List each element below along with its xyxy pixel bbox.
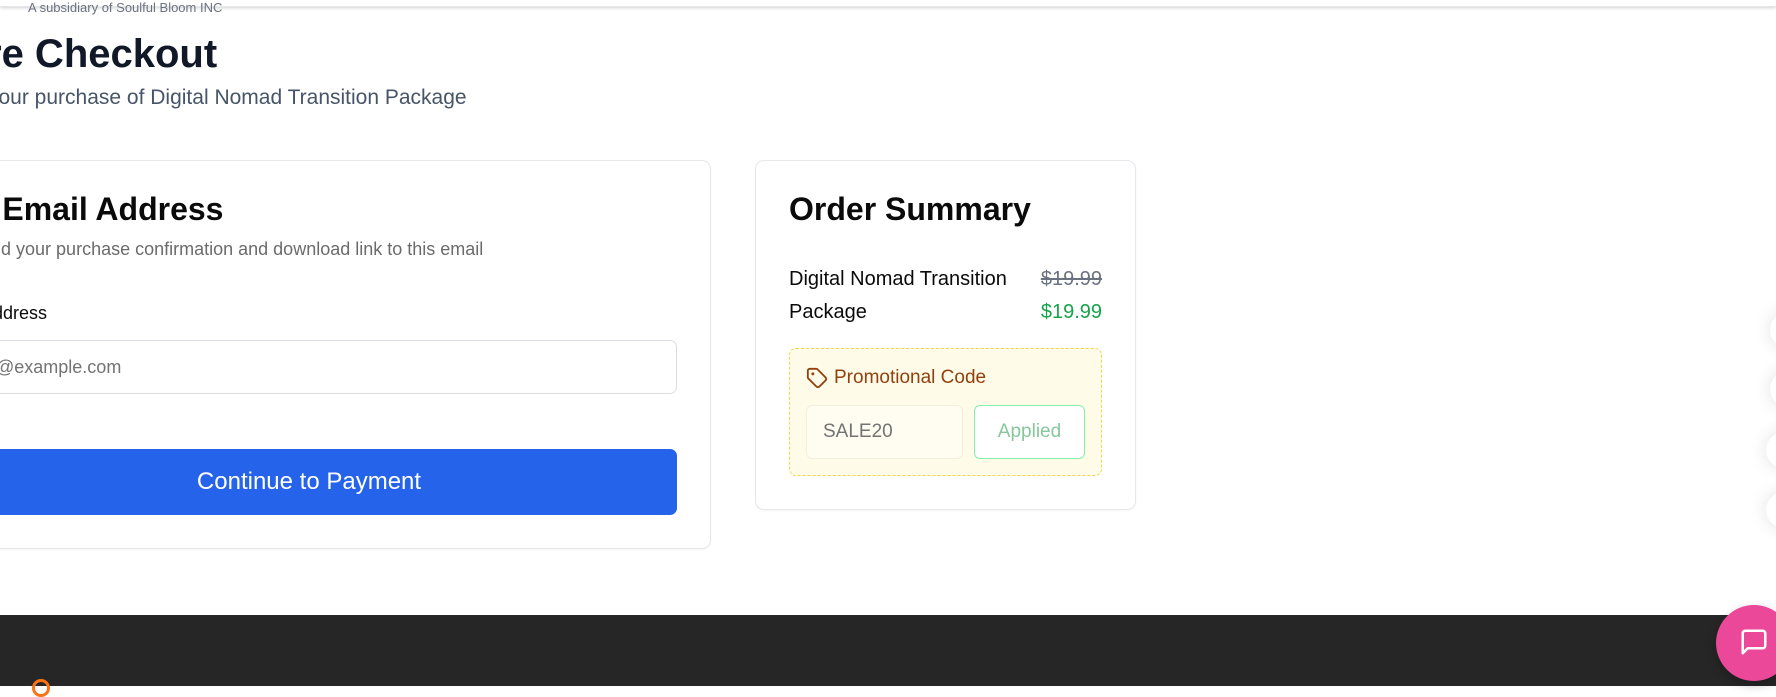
original-price: $19.99: [1040, 268, 1102, 290]
email-field[interactable]: [0, 340, 677, 394]
page-subtitle: your purchase of Digital Nomad Transitio…: [0, 86, 467, 109]
continue-to-payment-button[interactable]: Continue to Payment: [0, 449, 677, 515]
order-item-prices: $19.99 $19.99: [1041, 263, 1102, 329]
promo-code-input[interactable]: [806, 405, 963, 459]
top-header-bar: A subsidiary of Soulful Bloom INC: [0, 0, 1776, 15]
email-section-description: end your purchase confirmation and downl…: [0, 239, 484, 259]
promo-code-title: Promotional Code: [806, 367, 986, 389]
footer-logo-icon: [32, 679, 50, 697]
side-nav-dot[interactable]: [1770, 312, 1776, 348]
email-card: r Email Address end your purchase confir…: [0, 160, 711, 549]
side-nav-dot[interactable]: [1766, 492, 1776, 528]
order-item-row: Digital Nomad Transition Package $19.99 …: [789, 263, 1102, 329]
email-section-heading: r Email Address: [0, 191, 224, 227]
promo-code-box: Promotional Code Applied: [789, 348, 1102, 476]
order-summary-heading: Order Summary: [789, 191, 1031, 227]
promo-code-title-label: Promotional Code: [834, 367, 987, 388]
page-title: re Checkout: [0, 32, 218, 76]
side-nav-dot[interactable]: [1770, 371, 1776, 407]
side-nav-dot[interactable]: [1766, 432, 1776, 468]
order-summary-card: Order Summary Digital Nomad Transition P…: [755, 160, 1136, 510]
promo-applied-button[interactable]: Applied: [974, 405, 1085, 459]
tag-icon: [806, 367, 828, 389]
site-footer: [0, 615, 1776, 697]
final-price: $19.99: [1040, 301, 1102, 323]
order-item-name: Digital Nomad Transition Package: [789, 268, 1007, 323]
subsidiary-text: A subsidiary of Soulful Bloom INC: [28, 0, 223, 15]
email-field-label: Address: [0, 303, 48, 323]
chat-bubble-icon: [1739, 627, 1769, 660]
